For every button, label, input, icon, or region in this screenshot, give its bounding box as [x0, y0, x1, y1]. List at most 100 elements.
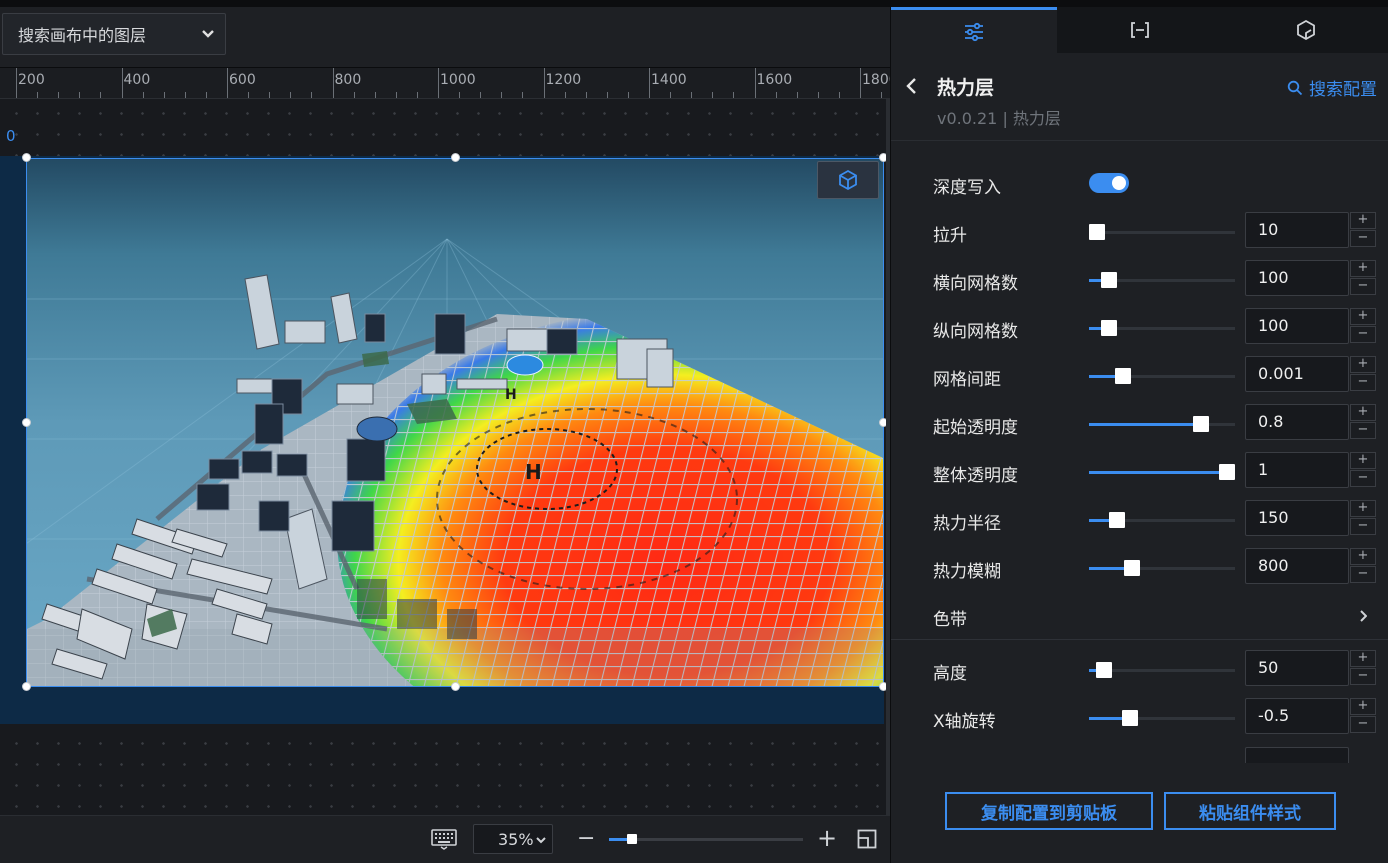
resize-handle-ml[interactable]	[22, 418, 31, 427]
ruler-tick-label: 800	[334, 72, 362, 88]
panel-footer: 复制配置到剪贴板 粘贴组件样式	[891, 763, 1388, 863]
resize-handle-tl[interactable]	[22, 153, 31, 162]
ruler-minor-tick	[353, 92, 355, 98]
paste-style-button[interactable]: 粘贴组件样式	[1164, 792, 1336, 830]
decrement-button[interactable]: −	[1350, 278, 1376, 295]
zoom-slider[interactable]	[609, 834, 803, 844]
prop-number-input[interactable]: 100	[1245, 308, 1349, 344]
decrement-button[interactable]: −	[1350, 230, 1376, 247]
depth-write-toggle[interactable]	[1089, 173, 1129, 193]
prop-slider[interactable]	[1089, 512, 1235, 528]
zoom-select[interactable]: 35%	[473, 824, 553, 854]
increment-button[interactable]: +	[1350, 500, 1376, 517]
prop-number-input[interactable]: 800	[1245, 548, 1349, 584]
prop-slider[interactable]	[1089, 224, 1235, 240]
prop-number-input[interactable]: 1	[1245, 452, 1349, 488]
canvas-status-bar: 35% − +	[0, 815, 890, 863]
resize-handle-bm[interactable]	[451, 682, 460, 691]
prop-slider-thumb[interactable]	[1121, 710, 1138, 726]
tab-interaction[interactable]	[1057, 7, 1223, 53]
canvas-stage[interactable]: 0 H H	[0, 99, 890, 815]
increment-button[interactable]: +	[1350, 308, 1376, 325]
prop-slider-thumb[interactable]	[1095, 662, 1112, 678]
prop-slider[interactable]	[1089, 464, 1235, 480]
prop-slider[interactable]	[1089, 416, 1235, 432]
prop-slider[interactable]	[1089, 320, 1235, 336]
prop-number-input[interactable]: 50	[1245, 650, 1349, 686]
ruler-tick	[332, 68, 334, 98]
prop-slider[interactable]	[1089, 662, 1235, 678]
prop-slider-thumb[interactable]	[1100, 320, 1117, 336]
decrement-button[interactable]: −	[1350, 668, 1376, 685]
increment-button[interactable]: +	[1350, 548, 1376, 565]
ruler-tick-label: 200	[18, 72, 45, 88]
heatmap-layer-artboard[interactable]: H H	[26, 158, 884, 687]
prop-number-input[interactable]: 0.8	[1245, 404, 1349, 440]
3d-view-button[interactable]	[817, 161, 879, 199]
prop-slider[interactable]	[1089, 272, 1235, 288]
resize-handle-tm[interactable]	[451, 153, 460, 162]
prop-number-input-partial[interactable]	[1245, 747, 1349, 763]
increment-button[interactable]: +	[1350, 356, 1376, 373]
prop-number-input[interactable]: 150	[1245, 500, 1349, 536]
prop-slider[interactable]	[1089, 710, 1235, 726]
prop-number-input[interactable]: 100	[1245, 260, 1349, 296]
decrement-button[interactable]: −	[1350, 422, 1376, 439]
prop-slider[interactable]	[1089, 560, 1235, 576]
prop-label: 纵向网格数	[933, 322, 1018, 342]
prop-slider-thumb[interactable]	[1193, 416, 1209, 432]
decrement-button[interactable]: −	[1350, 716, 1376, 733]
prop-slider-thumb[interactable]	[1100, 272, 1117, 288]
search-config-link[interactable]: 搜索配置	[1287, 75, 1377, 100]
resize-handle-bl[interactable]	[22, 682, 31, 691]
caret-down-icon	[536, 837, 546, 844]
prop-slider[interactable]	[1089, 368, 1235, 384]
zoom-value: 35%	[498, 829, 534, 849]
decrement-button[interactable]: −	[1350, 518, 1376, 535]
prop-row: 起始透明度 0.8 + −	[891, 401, 1388, 449]
prop-slider-thumb[interactable]	[1115, 368, 1131, 384]
prop-row: 纵向网格数 100 + −	[891, 305, 1388, 353]
prop-label: 高度	[933, 664, 967, 684]
copy-config-button[interactable]: 复制配置到剪贴板	[945, 792, 1153, 830]
ruler-minor-tick	[163, 92, 165, 98]
decrement-button[interactable]: −	[1350, 470, 1376, 487]
zoom-in-button[interactable]: +	[817, 825, 837, 851]
horizontal-ruler: 200 400 600 800 1000 1200 1400 1600 1800	[0, 68, 890, 99]
fit-screen-icon[interactable]	[857, 829, 877, 849]
sliders-icon	[965, 22, 983, 41]
zoom-out-button[interactable]: −	[577, 826, 595, 852]
decrement-button[interactable]: −	[1350, 566, 1376, 583]
increment-button[interactable]: +	[1350, 212, 1376, 229]
decrement-button[interactable]: −	[1350, 326, 1376, 343]
prop-slider-thumb[interactable]	[1124, 560, 1141, 576]
prop-label: X轴旋转	[933, 712, 996, 732]
ruler-minor-tick	[374, 92, 376, 98]
increment-button[interactable]: +	[1350, 452, 1376, 469]
property-list: 深度写入 拉升 10 + − 横向网格数 100 + − 纵向网格数 100 + − 网格间距 0.001 +…	[891, 141, 1388, 763]
tab-data[interactable]	[1223, 7, 1388, 53]
increment-button[interactable]: +	[1350, 260, 1376, 277]
prop-slider-thumb[interactable]	[1108, 512, 1125, 528]
keyboard-icon[interactable]	[431, 828, 457, 850]
ruler-minor-tick	[79, 92, 81, 98]
prop-slider-thumb[interactable]	[1219, 464, 1235, 480]
panel-header: 热力层 v0.0.21 | 热力层 搜索配置	[891, 53, 1388, 141]
increment-button[interactable]: +	[1350, 698, 1376, 715]
ruler-minor-tick	[269, 92, 271, 98]
layer-search-select[interactable]: 搜索画布中的图层	[2, 13, 226, 55]
prop-number-input[interactable]: 10	[1245, 212, 1349, 248]
zoom-slider-thumb[interactable]	[627, 834, 638, 844]
section-divider	[891, 639, 1388, 640]
increment-button[interactable]: +	[1350, 404, 1376, 421]
prop-row[interactable]: 色带	[891, 593, 1388, 641]
prop-number-input[interactable]: 0.001	[1245, 356, 1349, 392]
increment-button[interactable]: +	[1350, 650, 1376, 667]
prop-slider-thumb[interactable]	[1089, 224, 1105, 240]
component-title: 热力层	[937, 77, 995, 99]
ruler-minor-tick	[501, 92, 503, 98]
back-arrow-icon[interactable]	[905, 77, 919, 95]
tab-config[interactable]	[891, 7, 1057, 53]
decrement-button[interactable]: −	[1350, 374, 1376, 391]
prop-number-input[interactable]: -0.5	[1245, 698, 1349, 734]
